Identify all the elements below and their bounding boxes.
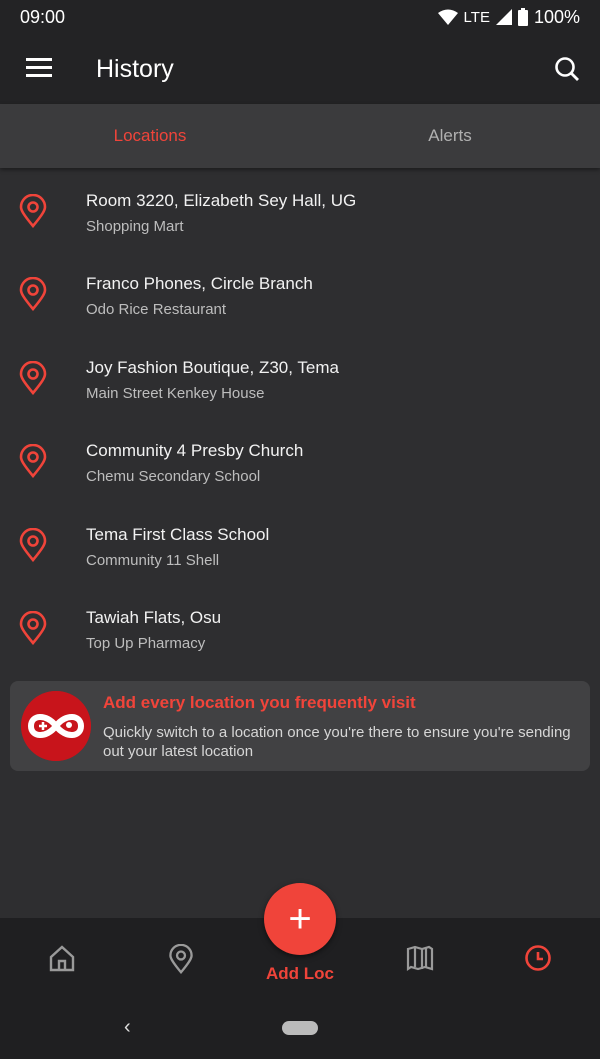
promo-text: Quickly switch to a location once you're… bbox=[103, 724, 571, 760]
location-list: Room 3220, Elizabeth Sey Hall, UG Shoppin… bbox=[0, 170, 600, 670]
status-bar: 09:00 LTE 100% bbox=[0, 0, 600, 34]
page-title: History bbox=[96, 54, 174, 83]
location-pin-icon bbox=[19, 610, 47, 645]
location-subtitle: Main Street Kenkey House bbox=[86, 384, 265, 402]
list-item[interactable]: Franco Phones, Circle Branch Odo Rice Res… bbox=[0, 253, 600, 336]
location-pin-icon bbox=[19, 194, 47, 228]
tab-locations[interactable]: Locations bbox=[0, 104, 300, 168]
status-time: 09:00 bbox=[20, 6, 66, 27]
location-title: Tema First Class School bbox=[86, 524, 270, 544]
location-pin-icon bbox=[19, 277, 47, 312]
location-pin-icon bbox=[19, 527, 47, 562]
app-logo-icon bbox=[21, 691, 91, 761]
home-gesture-pill[interactable] bbox=[282, 1021, 318, 1035]
battery-icon bbox=[517, 8, 528, 26]
location-title: Joy Fashion Boutique, Z30, Tema bbox=[86, 357, 339, 377]
list-item[interactable]: Tawiah Flats, Osu Top Up Pharmacy bbox=[0, 587, 600, 670]
app-bar: History bbox=[0, 34, 600, 104]
plus-icon: + bbox=[288, 896, 312, 941]
signal-icon bbox=[495, 9, 512, 25]
location-pin-icon bbox=[19, 360, 47, 395]
add-location-button[interactable]: + bbox=[264, 883, 336, 955]
list-item[interactable]: Joy Fashion Boutique, Z30, Tema Main Stre… bbox=[0, 337, 600, 420]
tab-alerts[interactable]: Alerts bbox=[300, 104, 600, 168]
battery-level: 100% bbox=[533, 6, 580, 27]
location-subtitle: Chemu Secondary School bbox=[86, 468, 261, 486]
wifi-icon bbox=[437, 9, 458, 25]
promo-card[interactable]: Add every location you frequently visit … bbox=[10, 681, 590, 771]
location-title: Room 3220, Elizabeth Sey Hall, UG bbox=[86, 191, 357, 210]
list-item[interactable]: Community 4 Presby Church Chemu Secondary… bbox=[0, 420, 600, 503]
list-item[interactable]: Tema First Class School Community 11 Shel… bbox=[0, 504, 600, 587]
location-pin-icon bbox=[19, 444, 47, 479]
tab-bar: Locations Alerts bbox=[0, 104, 600, 168]
list-item[interactable]: Room 3220, Elizabeth Sey Hall, UG Shoppin… bbox=[0, 170, 600, 253]
location-subtitle: Odo Rice Restaurant bbox=[86, 301, 227, 319]
location-subtitle: Community 11 Shell bbox=[86, 551, 220, 569]
location-title: Tawiah Flats, Osu bbox=[86, 607, 222, 627]
add-location-label[interactable]: Add Loc bbox=[0, 964, 600, 984]
location-title: Community 4 Presby Church bbox=[86, 441, 304, 461]
promo-title: Add every location you frequently visit bbox=[103, 693, 416, 712]
back-icon[interactable]: ‹ bbox=[124, 1016, 131, 1039]
location-subtitle: Shopping Mart bbox=[86, 218, 184, 235]
location-subtitle: Top Up Pharmacy bbox=[86, 634, 206, 652]
menu-icon[interactable] bbox=[26, 58, 52, 82]
network-label: LTE bbox=[463, 8, 490, 26]
search-icon[interactable] bbox=[554, 56, 580, 82]
location-title: Franco Phones, Circle Branch bbox=[86, 274, 313, 294]
